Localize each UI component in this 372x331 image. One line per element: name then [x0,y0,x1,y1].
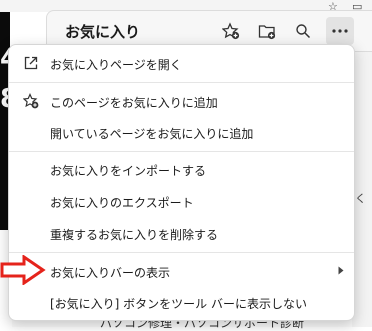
menu-item-label: お気に入りのエクスポート [50,196,194,210]
add-folder-button[interactable] [253,17,281,45]
menu-separator [9,151,354,152]
more-options-button[interactable] [326,17,354,45]
open-external-icon [24,56,38,70]
star-add-icon [23,93,39,109]
folder-add-icon [258,25,276,40]
menu-item-label: お気に入りバーの表示 [50,266,171,280]
menu-item-label: [お気に入り] ボタンをツール バーに表示しない [50,297,307,311]
chevron-right-icon [338,266,344,275]
menu-separator [9,252,354,253]
menu-separator [9,82,354,83]
panel-title: お気に入り [65,23,141,41]
search-button[interactable] [289,17,317,45]
menu-item-open-favorites-page[interactable]: お気に入りページを開く [9,48,354,78]
add-favorite-button[interactable] [217,17,245,45]
menu-item-add-open-pages[interactable]: 開いているページをお気に入りに追加 [9,117,354,147]
menu-item-import-favorites[interactable]: お気に入りをインポートする [9,154,354,184]
annotation-arrow-icon [0,255,46,285]
menu-item-label: お気に入りをインポートする [50,164,207,178]
menu-item-label: お気に入りページを開く [50,58,182,72]
search-icon [296,24,311,39]
menu-item-label: 開いているページをお気に入りに追加 [50,127,254,141]
menu-item-hide-favorites-button[interactable]: [お気に入り] ボタンをツール バーに表示しない [9,287,354,317]
menu-item-label: 重複するお気に入りを削除する [50,228,219,242]
menu-item-add-this-page[interactable]: このページをお気に入りに追加 [9,86,354,116]
menu-item-show-favorites-bar[interactable]: お気に入りバーの表示 [9,256,354,286]
favorites-more-menu: お気に入りページを開く このページをお気に入りに追加 開いているページをお気に入… [8,44,355,321]
star-add-icon [222,22,240,40]
menu-item-export-favorites[interactable]: お気に入りのエクスポート [9,186,354,216]
ellipsis-icon [332,29,348,33]
menu-item-label: このページをお気に入りに追加 [50,96,218,110]
menu-item-remove-duplicates[interactable]: 重複するお気に入りを削除する [9,218,354,248]
background-text-fragment: く [355,192,366,205]
